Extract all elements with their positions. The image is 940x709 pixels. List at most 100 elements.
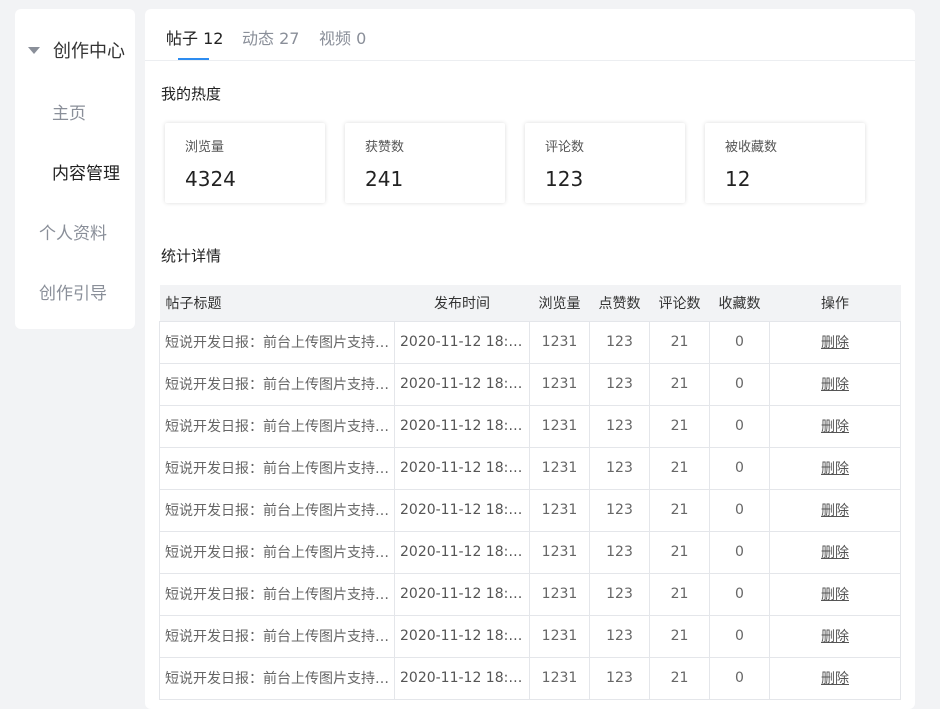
stat-card-comments: 评论数 123 — [525, 123, 685, 203]
caret-down-icon — [28, 46, 40, 54]
delete-link[interactable]: 删除 — [821, 377, 849, 393]
cell-title: 短说开发日报：前台上传图片支持多选 — [159, 572, 395, 616]
cell-comments: 21 — [649, 488, 710, 532]
table-row: 短说开发日报：前台上传图片支持多选 2020-11-12 18:11 1231 123… — [159, 404, 901, 448]
cell-time: 2020-11-12 18:11 — [394, 320, 530, 364]
cell-favorites: 0 — [709, 488, 770, 532]
delete-link[interactable]: 删除 — [821, 503, 849, 519]
stats-table: 帖子标题 发布时间 浏览量 点赞数 评论数 收藏数 操作 短说开发日报：前台上传… — [159, 285, 901, 700]
column-header-action: 操作 — [769, 285, 901, 322]
cell-action: 删除 — [769, 362, 901, 406]
cell-action: 删除 — [769, 614, 901, 658]
cell-views: 1231 — [529, 446, 590, 490]
cell-likes: 123 — [589, 362, 650, 406]
column-header-comments: 评论数 — [649, 285, 710, 322]
sidebar-header-label: 创作中心 — [53, 41, 125, 62]
cell-likes: 123 — [589, 488, 650, 532]
stat-card-value: 4324 — [185, 167, 236, 191]
column-header-favorites: 收藏数 — [709, 285, 770, 322]
cell-time: 2020-11-12 18:11 — [394, 404, 530, 448]
cell-time: 2020-11-12 18:11 — [394, 572, 530, 616]
active-tab-indicator — [178, 58, 209, 60]
table-row: 短说开发日报：前台上传图片支持多选 2020-11-12 18:11 1231 123… — [159, 530, 901, 574]
stat-card-label: 获赞数 — [365, 140, 405, 155]
cell-likes: 123 — [589, 656, 650, 700]
column-header-time: 发布时间 — [394, 285, 530, 322]
sidebar-header[interactable]: 创作中心 — [28, 37, 125, 63]
cell-views: 1231 — [529, 656, 590, 700]
cell-likes: 123 — [589, 446, 650, 490]
cell-likes: 123 — [589, 320, 650, 364]
table-row: 短说开发日报：前台上传图片支持多选 2020-11-12 18:11 1231 123… — [159, 614, 901, 658]
stat-card-value: 241 — [365, 167, 404, 191]
heat-section-title: 我的热度 — [161, 85, 222, 103]
cell-favorites: 0 — [709, 572, 770, 616]
cell-favorites: 0 — [709, 404, 770, 448]
delete-link[interactable]: 删除 — [821, 545, 849, 561]
table-row: 短说开发日报：前台上传图片支持多选 2020-11-12 18:11 1231 123… — [159, 656, 901, 700]
cell-likes: 123 — [589, 530, 650, 574]
sidebar-item-home[interactable]: 主页 — [52, 99, 86, 124]
table-row: 短说开发日报：前台上传图片支持多选 2020-11-12 18:11 1231 123… — [159, 488, 901, 532]
cell-time: 2020-11-12 18:11 — [394, 362, 530, 406]
stat-card-label: 被收藏数 — [725, 140, 778, 155]
stat-card-views: 浏览量 4324 — [165, 123, 325, 203]
cell-action: 删除 — [769, 320, 901, 364]
stat-card-likes: 获赞数 241 — [345, 123, 505, 203]
cell-title: 短说开发日报：前台上传图片支持多选 — [159, 362, 395, 406]
cell-views: 1231 — [529, 404, 590, 448]
cell-comments: 21 — [649, 362, 710, 406]
stat-card-label: 浏览量 — [185, 140, 225, 155]
cell-title: 短说开发日报：前台上传图片支持多选 — [159, 614, 395, 658]
cell-title: 短说开发日报：前台上传图片支持多选 — [159, 488, 395, 532]
delete-link[interactable]: 删除 — [821, 419, 849, 435]
cell-comments: 21 — [649, 614, 710, 658]
cell-title: 短说开发日报：前台上传图片支持多选 — [159, 656, 395, 700]
delete-link[interactable]: 删除 — [821, 587, 849, 603]
cell-time: 2020-11-12 18:11 — [394, 488, 530, 532]
cell-views: 1231 — [529, 530, 590, 574]
cell-action: 删除 — [769, 530, 901, 574]
cell-action: 删除 — [769, 656, 901, 700]
cell-time: 2020-11-12 18:11 — [394, 446, 530, 490]
delete-link[interactable]: 删除 — [821, 461, 849, 477]
cell-comments: 21 — [649, 320, 710, 364]
stats-section-title: 统计详情 — [161, 247, 222, 265]
main-panel: 帖子 12 动态 27 视频 0 我的热度 浏览量 4324 获赞数 241 评… — [145, 9, 915, 709]
column-header-likes: 点赞数 — [589, 285, 650, 322]
table-row: 短说开发日报：前台上传图片支持多选 2020-11-12 18:11 1231 123… — [159, 572, 901, 616]
sidebar-item-creation-guide[interactable]: 创作引导 — [39, 279, 107, 304]
cell-likes: 123 — [589, 614, 650, 658]
delete-link[interactable]: 删除 — [821, 629, 849, 645]
stat-card-value: 12 — [725, 167, 751, 191]
delete-link[interactable]: 删除 — [821, 335, 849, 351]
tab-videos[interactable]: 视频 0 — [319, 25, 366, 49]
cell-views: 1231 — [529, 614, 590, 658]
tab-bar: 帖子 12 动态 27 视频 0 — [145, 9, 915, 61]
sidebar-item-content-management[interactable]: 内容管理 — [52, 159, 120, 184]
tab-updates[interactable]: 动态 27 — [242, 25, 299, 49]
cell-favorites: 0 — [709, 320, 770, 364]
tab-posts[interactable]: 帖子 12 — [166, 25, 223, 49]
stat-card-value: 123 — [545, 167, 584, 191]
cell-likes: 123 — [589, 572, 650, 616]
cell-favorites: 0 — [709, 614, 770, 658]
cell-favorites: 0 — [709, 362, 770, 406]
cell-views: 1231 — [529, 488, 590, 532]
cell-action: 删除 — [769, 488, 901, 532]
delete-link[interactable]: 删除 — [821, 671, 849, 687]
cell-action: 删除 — [769, 572, 901, 616]
cell-comments: 21 — [649, 404, 710, 448]
cell-views: 1231 — [529, 362, 590, 406]
table-row: 短说开发日报：前台上传图片支持多选 2020-11-12 18:11 1231 123… — [159, 446, 901, 490]
sidebar-item-profile[interactable]: 个人资料 — [39, 219, 107, 244]
stat-card-favorites: 被收藏数 12 — [705, 123, 865, 203]
table-row: 短说开发日报：前台上传图片支持多选 2020-11-12 18:11 1231 123… — [159, 362, 901, 406]
cell-time: 2020-11-12 18:11 — [394, 614, 530, 658]
cell-comments: 21 — [649, 446, 710, 490]
cell-action: 删除 — [769, 404, 901, 448]
cell-action: 删除 — [769, 446, 901, 490]
cell-comments: 21 — [649, 572, 710, 616]
column-header-title: 帖子标题 — [159, 285, 395, 322]
cell-favorites: 0 — [709, 530, 770, 574]
